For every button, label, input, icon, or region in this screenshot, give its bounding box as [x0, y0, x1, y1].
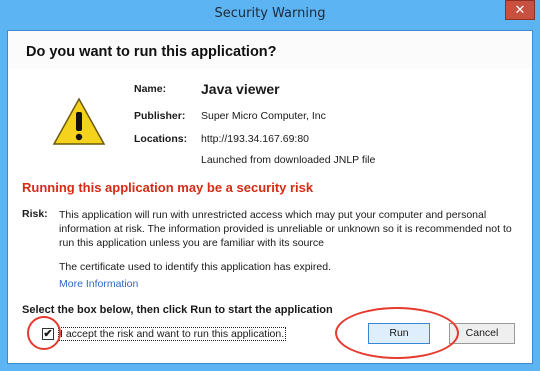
run-annotation-circle [335, 307, 459, 359]
accept-risk-label[interactable]: I accept the risk and want to run this a… [58, 327, 287, 341]
window-title: Security Warning [214, 6, 326, 21]
publisher-value: Super Micro Computer, Inc [201, 110, 326, 122]
name-label: Name: [134, 83, 167, 95]
close-button[interactable]: ✕ [505, 0, 535, 20]
more-information-link[interactable]: More Information [59, 278, 138, 290]
publisher-label: Publisher: [134, 110, 186, 122]
dialog-question: Do you want to run this application? [26, 44, 277, 60]
checkbox-annotation-circle [27, 316, 61, 350]
locations-note: Launched from downloaded JNLP file [201, 154, 376, 166]
risk-description: This application will run with unrestric… [59, 209, 512, 249]
warning-triangle-icon [52, 97, 106, 145]
risk-heading: Running this application may be a securi… [22, 180, 314, 195]
dialog-body: Do you want to run this application? Nam… [7, 30, 533, 364]
certificate-notice: The certificate used to identify this ap… [59, 261, 331, 273]
locations-label: Locations: [134, 133, 188, 145]
dialog-header: Do you want to run this application? [8, 31, 532, 69]
locations-value: http://193.34.167.69:80 [201, 133, 310, 145]
app-name: Java viewer [201, 81, 280, 97]
title-bar[interactable]: Security Warning ✕ [0, 0, 540, 30]
window-frame: Security Warning ✕ Do you want to run th… [0, 0, 540, 371]
risk-label: Risk: [22, 208, 48, 220]
instruction-text: Select the box below, then click Run to … [22, 304, 333, 316]
